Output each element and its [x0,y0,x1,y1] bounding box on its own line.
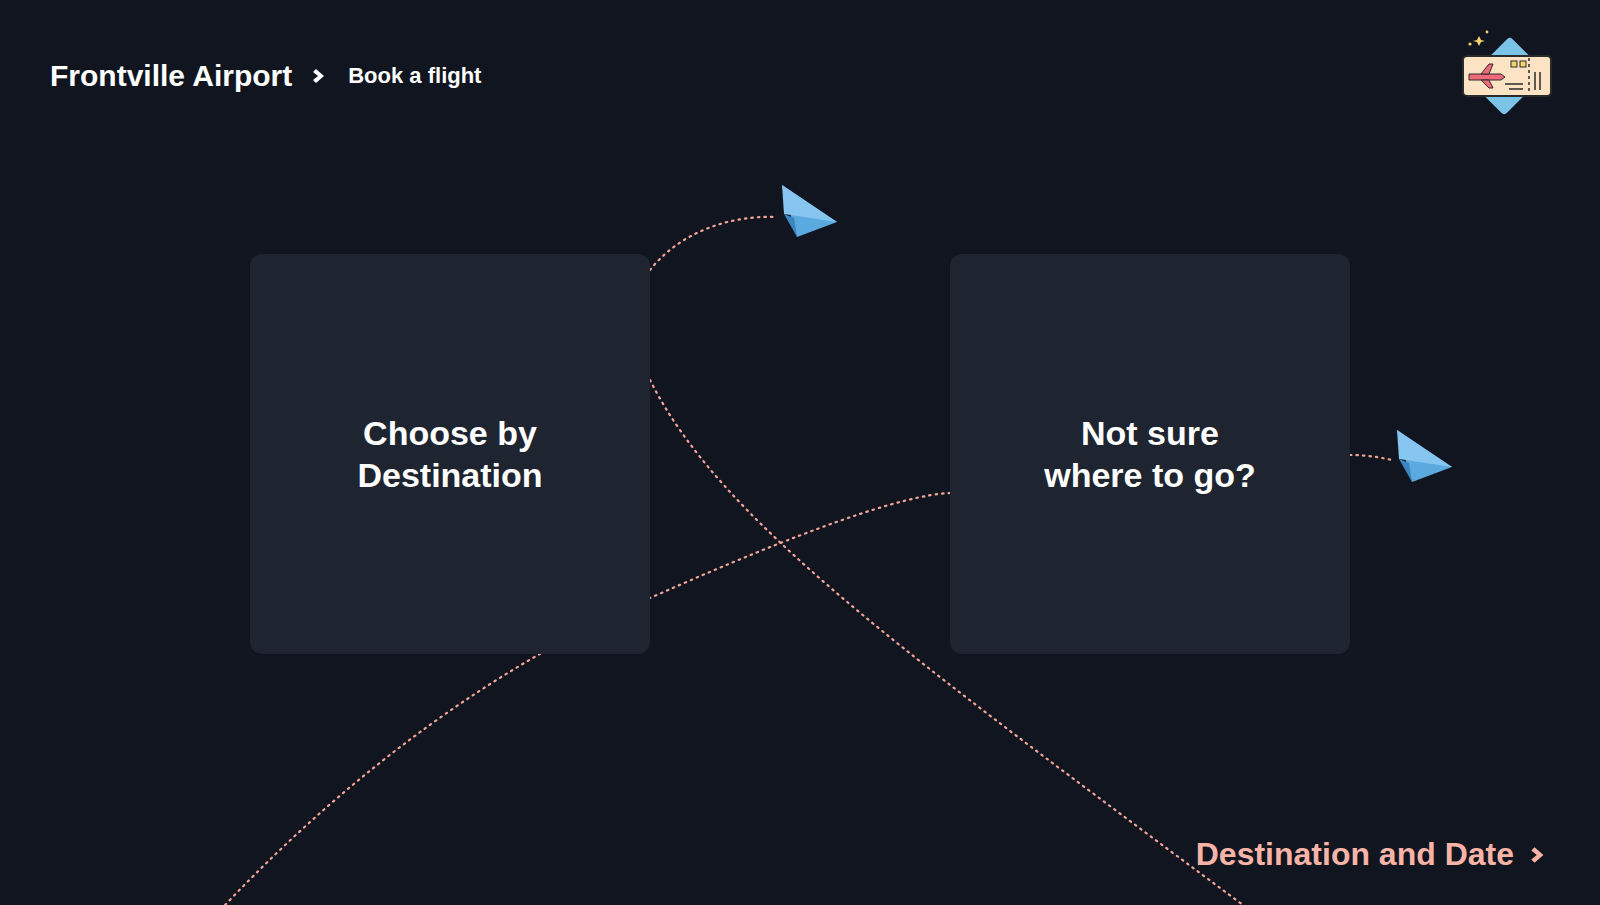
airport-title[interactable]: Frontville Airport [50,59,292,93]
paper-plane-icon [782,185,837,237]
option-card[interactable]: Not surewhere to go? [950,254,1350,654]
ticket-icon [1459,28,1555,124]
breadcrumb-item[interactable]: Book a flight [348,63,481,89]
footer: Destination and Date [0,836,1600,905]
option-label: Not sure [1081,412,1219,455]
option-label: where to go? [1044,454,1256,497]
booking-page: Frontville Airport Book a flight Choose by… [0,0,1600,905]
flight-path [650,217,777,270]
paper-plane-icon [1397,430,1452,482]
next-link[interactable]: Destination and Date [1196,836,1550,873]
breadcrumb: Frontville Airport Book a flight [50,59,481,93]
option-card[interactable]: Choose byDestination [250,254,650,654]
options: Choose byDestination Not surewhere to go? [0,124,1600,836]
flight-paths [0,0,1600,905]
chevron-right-icon [310,66,330,86]
flight-path [1350,455,1392,460]
header: Frontville Airport Book a flight [0,0,1600,124]
option-label: Destination [357,454,542,497]
option-label: Choose by [363,412,537,455]
chevron-right-icon [1528,844,1550,866]
